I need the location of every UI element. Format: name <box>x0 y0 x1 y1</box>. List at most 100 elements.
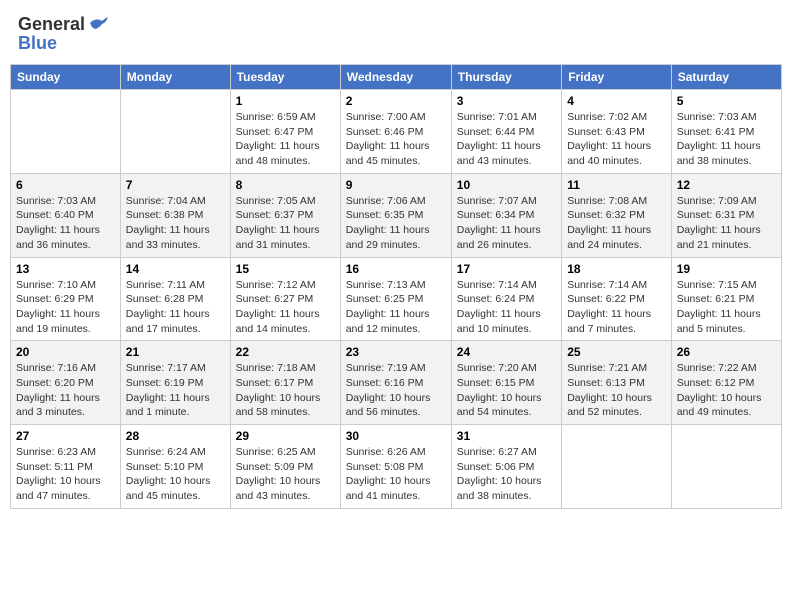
day-info: Sunrise: 7:01 AM Sunset: 6:44 PM Dayligh… <box>457 110 556 169</box>
day-info: Sunrise: 6:26 AM Sunset: 5:08 PM Dayligh… <box>346 445 446 504</box>
day-info: Sunrise: 7:00 AM Sunset: 6:46 PM Dayligh… <box>346 110 446 169</box>
day-info: Sunrise: 7:12 AM Sunset: 6:27 PM Dayligh… <box>236 278 335 337</box>
day-number: 1 <box>236 94 335 108</box>
day-number: 11 <box>567 178 666 192</box>
day-number: 6 <box>16 178 115 192</box>
calendar-cell: 4Sunrise: 7:02 AM Sunset: 6:43 PM Daylig… <box>562 90 672 174</box>
day-info: Sunrise: 7:14 AM Sunset: 6:24 PM Dayligh… <box>457 278 556 337</box>
day-info: Sunrise: 7:04 AM Sunset: 6:38 PM Dayligh… <box>126 194 225 253</box>
calendar-cell: 18 Sunrise: 7:14 AM Sunset: 6:22 PM Dayli… <box>562 257 672 341</box>
day-info: Sunrise: 7:06 AM Sunset: 6:35 PM Dayligh… <box>346 194 446 253</box>
day-number: 20 <box>16 345 115 359</box>
calendar-header-row: SundayMondayTuesdayWednesdayThursdayFrid… <box>11 65 782 90</box>
calendar-cell: 12 Sunrise: 7:09 AM Sunset: 6:31 PM Dayli… <box>671 173 781 257</box>
calendar-cell <box>11 90 121 174</box>
logo-bird-icon <box>88 15 110 33</box>
day-number: 7 <box>126 178 225 192</box>
day-header-thursday: Thursday <box>451 65 561 90</box>
calendar-cell: 13 Sunrise: 7:10 AM Sunset: 6:29 PM Dayli… <box>11 257 121 341</box>
calendar-cell <box>120 90 230 174</box>
calendar-cell: 27 Sunrise: 6:23 AM Sunset: 5:11 PM Dayli… <box>11 425 121 509</box>
calendar-cell: 29Sunrise: 6:25 AM Sunset: 5:09 PM Dayli… <box>230 425 340 509</box>
day-number: 9 <box>346 178 446 192</box>
calendar-week-3: 13 Sunrise: 7:10 AM Sunset: 6:29 PM Dayli… <box>11 257 782 341</box>
day-header-friday: Friday <box>562 65 672 90</box>
logo-general-text: General <box>18 14 85 35</box>
calendar-cell: 22Sunrise: 7:18 AM Sunset: 6:17 PM Dayli… <box>230 341 340 425</box>
day-info: Sunrise: 6:59 AM Sunset: 6:47 PM Dayligh… <box>236 110 335 169</box>
calendar-week-2: 6 Sunrise: 7:03 AM Sunset: 6:40 PM Daylig… <box>11 173 782 257</box>
page-header: General Blue <box>10 10 782 58</box>
day-info: Sunrise: 7:09 AM Sunset: 6:31 PM Dayligh… <box>677 194 776 253</box>
calendar-cell: 3 Sunrise: 7:01 AM Sunset: 6:44 PM Daylig… <box>451 90 561 174</box>
day-number: 31 <box>457 429 556 443</box>
day-header-saturday: Saturday <box>671 65 781 90</box>
calendar-cell: 25 Sunrise: 7:21 AM Sunset: 6:13 PM Dayli… <box>562 341 672 425</box>
calendar-cell: 10Sunrise: 7:07 AM Sunset: 6:34 PM Dayli… <box>451 173 561 257</box>
day-number: 18 <box>567 262 666 276</box>
day-number: 24 <box>457 345 556 359</box>
day-info: Sunrise: 6:23 AM Sunset: 5:11 PM Dayligh… <box>16 445 115 504</box>
calendar-cell: 7 Sunrise: 7:04 AM Sunset: 6:38 PM Daylig… <box>120 173 230 257</box>
day-number: 3 <box>457 94 556 108</box>
calendar-cell: 1 Sunrise: 6:59 AM Sunset: 6:47 PM Daylig… <box>230 90 340 174</box>
calendar-cell: 19 Sunrise: 7:15 AM Sunset: 6:21 PM Dayli… <box>671 257 781 341</box>
day-number: 15 <box>236 262 335 276</box>
day-number: 17 <box>457 262 556 276</box>
calendar-cell: 20 Sunrise: 7:16 AM Sunset: 6:20 PM Dayli… <box>11 341 121 425</box>
day-info: Sunrise: 7:05 AM Sunset: 6:37 PM Dayligh… <box>236 194 335 253</box>
calendar-week-1: 1 Sunrise: 6:59 AM Sunset: 6:47 PM Daylig… <box>11 90 782 174</box>
calendar-cell: 31 Sunrise: 6:27 AM Sunset: 5:06 PM Dayli… <box>451 425 561 509</box>
calendar-cell: 2Sunrise: 7:00 AM Sunset: 6:46 PM Daylig… <box>340 90 451 174</box>
day-info: Sunrise: 7:20 AM Sunset: 6:15 PM Dayligh… <box>457 361 556 420</box>
logo-blue-text: Blue <box>18 33 57 54</box>
calendar-cell: 21Sunrise: 7:17 AM Sunset: 6:19 PM Dayli… <box>120 341 230 425</box>
day-number: 12 <box>677 178 776 192</box>
day-header-tuesday: Tuesday <box>230 65 340 90</box>
calendar-cell: 14 Sunrise: 7:11 AM Sunset: 6:28 PM Dayli… <box>120 257 230 341</box>
calendar-cell: 6 Sunrise: 7:03 AM Sunset: 6:40 PM Daylig… <box>11 173 121 257</box>
day-info: Sunrise: 7:13 AM Sunset: 6:25 PM Dayligh… <box>346 278 446 337</box>
calendar-cell: 9 Sunrise: 7:06 AM Sunset: 6:35 PM Daylig… <box>340 173 451 257</box>
day-info: Sunrise: 7:03 AM Sunset: 6:41 PM Dayligh… <box>677 110 776 169</box>
calendar-cell: 15 Sunrise: 7:12 AM Sunset: 6:27 PM Dayli… <box>230 257 340 341</box>
calendar-table: SundayMondayTuesdayWednesdayThursdayFrid… <box>10 64 782 509</box>
day-info: Sunrise: 7:10 AM Sunset: 6:29 PM Dayligh… <box>16 278 115 337</box>
day-number: 25 <box>567 345 666 359</box>
day-number: 30 <box>346 429 446 443</box>
day-info: Sunrise: 7:11 AM Sunset: 6:28 PM Dayligh… <box>126 278 225 337</box>
calendar-cell: 23 Sunrise: 7:19 AM Sunset: 6:16 PM Dayli… <box>340 341 451 425</box>
day-info: Sunrise: 7:14 AM Sunset: 6:22 PM Dayligh… <box>567 278 666 337</box>
calendar-cell: 24 Sunrise: 7:20 AM Sunset: 6:15 PM Dayli… <box>451 341 561 425</box>
day-info: Sunrise: 7:15 AM Sunset: 6:21 PM Dayligh… <box>677 278 776 337</box>
calendar-cell: 16Sunrise: 7:13 AM Sunset: 6:25 PM Dayli… <box>340 257 451 341</box>
day-number: 19 <box>677 262 776 276</box>
day-number: 28 <box>126 429 225 443</box>
logo: General Blue <box>18 14 110 54</box>
day-info: Sunrise: 6:25 AM Sunset: 5:09 PM Dayligh… <box>236 445 335 504</box>
calendar-cell <box>562 425 672 509</box>
day-info: Sunrise: 7:08 AM Sunset: 6:32 PM Dayligh… <box>567 194 666 253</box>
calendar-cell: 8Sunrise: 7:05 AM Sunset: 6:37 PM Daylig… <box>230 173 340 257</box>
calendar-cell: 28Sunrise: 6:24 AM Sunset: 5:10 PM Dayli… <box>120 425 230 509</box>
day-info: Sunrise: 7:02 AM Sunset: 6:43 PM Dayligh… <box>567 110 666 169</box>
day-header-wednesday: Wednesday <box>340 65 451 90</box>
day-info: Sunrise: 6:27 AM Sunset: 5:06 PM Dayligh… <box>457 445 556 504</box>
calendar-cell: 5Sunrise: 7:03 AM Sunset: 6:41 PM Daylig… <box>671 90 781 174</box>
day-info: Sunrise: 7:21 AM Sunset: 6:13 PM Dayligh… <box>567 361 666 420</box>
calendar-cell: 26Sunrise: 7:22 AM Sunset: 6:12 PM Dayli… <box>671 341 781 425</box>
calendar-week-4: 20 Sunrise: 7:16 AM Sunset: 6:20 PM Dayli… <box>11 341 782 425</box>
day-number: 13 <box>16 262 115 276</box>
day-number: 26 <box>677 345 776 359</box>
day-number: 14 <box>126 262 225 276</box>
calendar-week-5: 27 Sunrise: 6:23 AM Sunset: 5:11 PM Dayli… <box>11 425 782 509</box>
day-info: Sunrise: 7:19 AM Sunset: 6:16 PM Dayligh… <box>346 361 446 420</box>
calendar-cell: 30 Sunrise: 6:26 AM Sunset: 5:08 PM Dayli… <box>340 425 451 509</box>
calendar-cell <box>671 425 781 509</box>
day-number: 27 <box>16 429 115 443</box>
day-info: Sunrise: 7:03 AM Sunset: 6:40 PM Dayligh… <box>16 194 115 253</box>
day-info: Sunrise: 7:16 AM Sunset: 6:20 PM Dayligh… <box>16 361 115 420</box>
day-number: 23 <box>346 345 446 359</box>
day-number: 21 <box>126 345 225 359</box>
calendar-cell: 17 Sunrise: 7:14 AM Sunset: 6:24 PM Dayli… <box>451 257 561 341</box>
